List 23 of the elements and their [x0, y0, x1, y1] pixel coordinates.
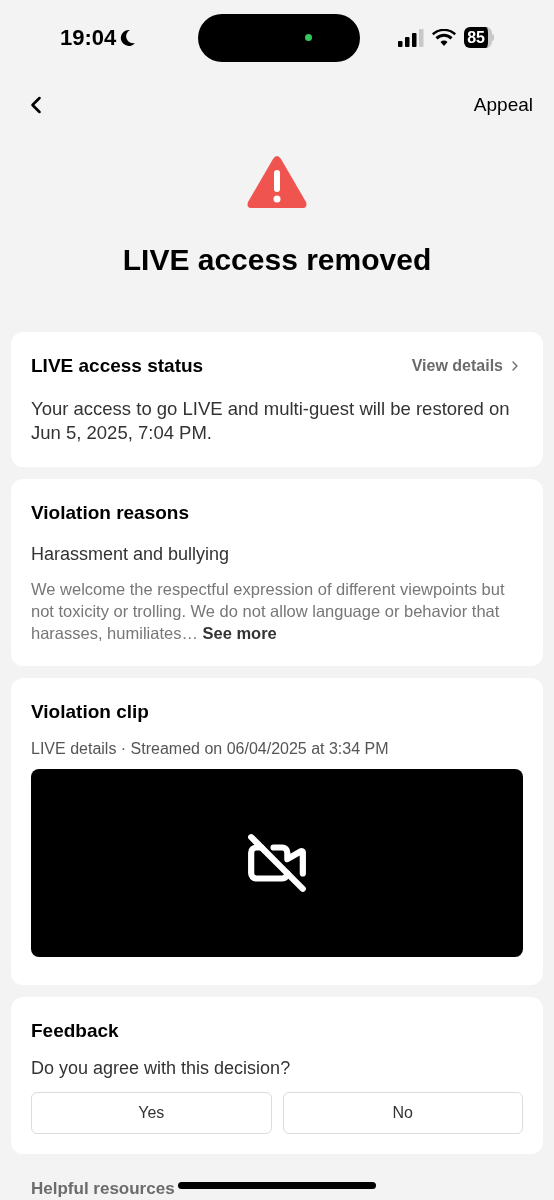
- view-details-link[interactable]: View details: [411, 354, 523, 379]
- answer-button[interactable]: No: [282, 1092, 523, 1134]
- feedback-question: Do you agree with this decision?: [31, 1057, 292, 1080]
- moon-icon: [120, 28, 137, 47]
- reason-description: We welcome the respectful expression of different viewpoints but not toxicity or trolling. We do not allow language or behavior that harasses, humiliates… See more: [31, 579, 506, 644]
- appeal-button[interactable]: Appeal: [473, 90, 536, 120]
- battery-indicator: 85: [464, 27, 494, 48]
- see-more-link[interactable]: See more: [202, 624, 277, 642]
- card-title: LIVE access status: [31, 354, 204, 378]
- status-time: 19:04: [60, 24, 117, 52]
- page-title: LIVE access removed: [122, 242, 432, 278]
- card-title: Feedback: [31, 1018, 120, 1043]
- clip-meta: LIVE details · Streamed on 06/04/2025 at 3:34 PM: [31, 738, 390, 759]
- reason-title: Harassment and bullying: [31, 543, 231, 566]
- answer-button[interactable]: Yes: [31, 1092, 272, 1134]
- card-title: Violation reasons: [31, 500, 191, 525]
- status-text: Your access to go LIVE and multi-guest will be restored on Jun 5, 2025, 7:04 PM.: [31, 396, 511, 445]
- warning-icon: [246, 155, 308, 209]
- card-title: Violation clip: [31, 700, 150, 724]
- signal-icon: [398, 28, 425, 47]
- wifi-icon: [432, 28, 457, 47]
- video-off-icon: [246, 831, 308, 894]
- section-heading: Helpful resources: [31, 1178, 175, 1200]
